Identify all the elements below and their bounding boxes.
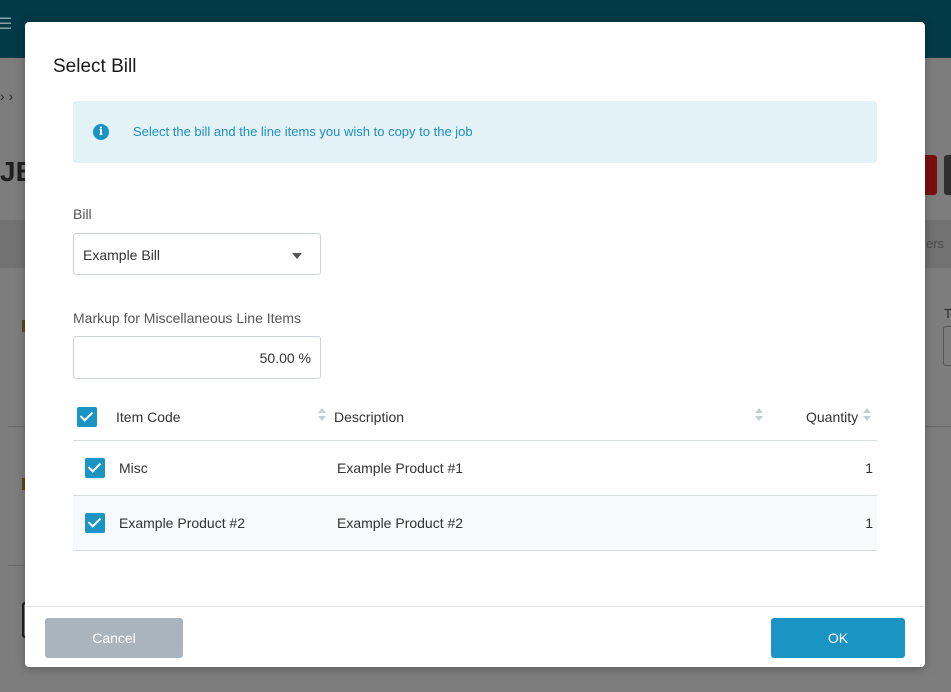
cell-description: Example Product #1: [337, 460, 464, 476]
ok-button[interactable]: OK: [771, 618, 905, 658]
select-all-checkbox[interactable]: [77, 407, 97, 427]
divider: [8, 565, 25, 566]
sort-icon[interactable]: [318, 408, 326, 422]
sort-icon[interactable]: [755, 408, 763, 422]
menu-icon[interactable]: ☰: [0, 14, 12, 34]
bill-label: Bill: [73, 206, 92, 222]
markup-value: 50.00 %: [259, 350, 311, 366]
row-checkbox[interactable]: [85, 513, 105, 533]
column-fragment: T: [944, 306, 951, 321]
table-row[interactable]: Example Product #2 Example Product #2 1: [73, 496, 877, 551]
tab-fragment: ers: [926, 236, 945, 251]
header-description[interactable]: Description: [334, 409, 404, 425]
divider: [8, 426, 25, 427]
cell-item-code: Example Product #2: [119, 515, 246, 531]
cancel-button[interactable]: Cancel: [45, 618, 183, 658]
breadcrumb: › ›: [0, 88, 14, 104]
select-bill-dialog: Select Bill i Select the bill and the li…: [25, 22, 925, 667]
table-row[interactable]: Misc Example Product #1 1: [73, 441, 877, 496]
info-text: Select the bill and the line items you w…: [133, 124, 473, 139]
cell-description: Example Product #2: [337, 515, 464, 531]
table-header: Item Code Description Quantity: [73, 394, 877, 441]
cell-quantity: 1: [865, 515, 873, 531]
row-checkbox[interactable]: [85, 458, 105, 478]
header-quantity[interactable]: Quantity: [806, 409, 858, 425]
cell-quantity: 1: [865, 460, 873, 476]
info-banner: i Select the bill and the line items you…: [73, 101, 877, 163]
background-input: [943, 326, 951, 366]
line-items-table: Item Code Description Quantity Misc Exam…: [73, 394, 877, 551]
dialog-footer: Cancel OK: [25, 606, 925, 667]
bill-select-value: Example Bill: [83, 247, 161, 263]
cell-item-code: Misc: [119, 460, 148, 476]
sort-icon[interactable]: [863, 408, 871, 422]
dialog-title: Select Bill: [53, 56, 137, 77]
header-item-code[interactable]: Item Code: [116, 409, 181, 425]
dark-button-background: [944, 155, 951, 195]
info-icon: i: [93, 124, 109, 140]
markup-label: Markup for Miscellaneous Line Items: [73, 310, 301, 326]
bill-select[interactable]: Example Bill: [73, 233, 321, 275]
markup-input[interactable]: 50.00 %: [73, 336, 321, 379]
chevron-down-icon: [292, 253, 302, 259]
